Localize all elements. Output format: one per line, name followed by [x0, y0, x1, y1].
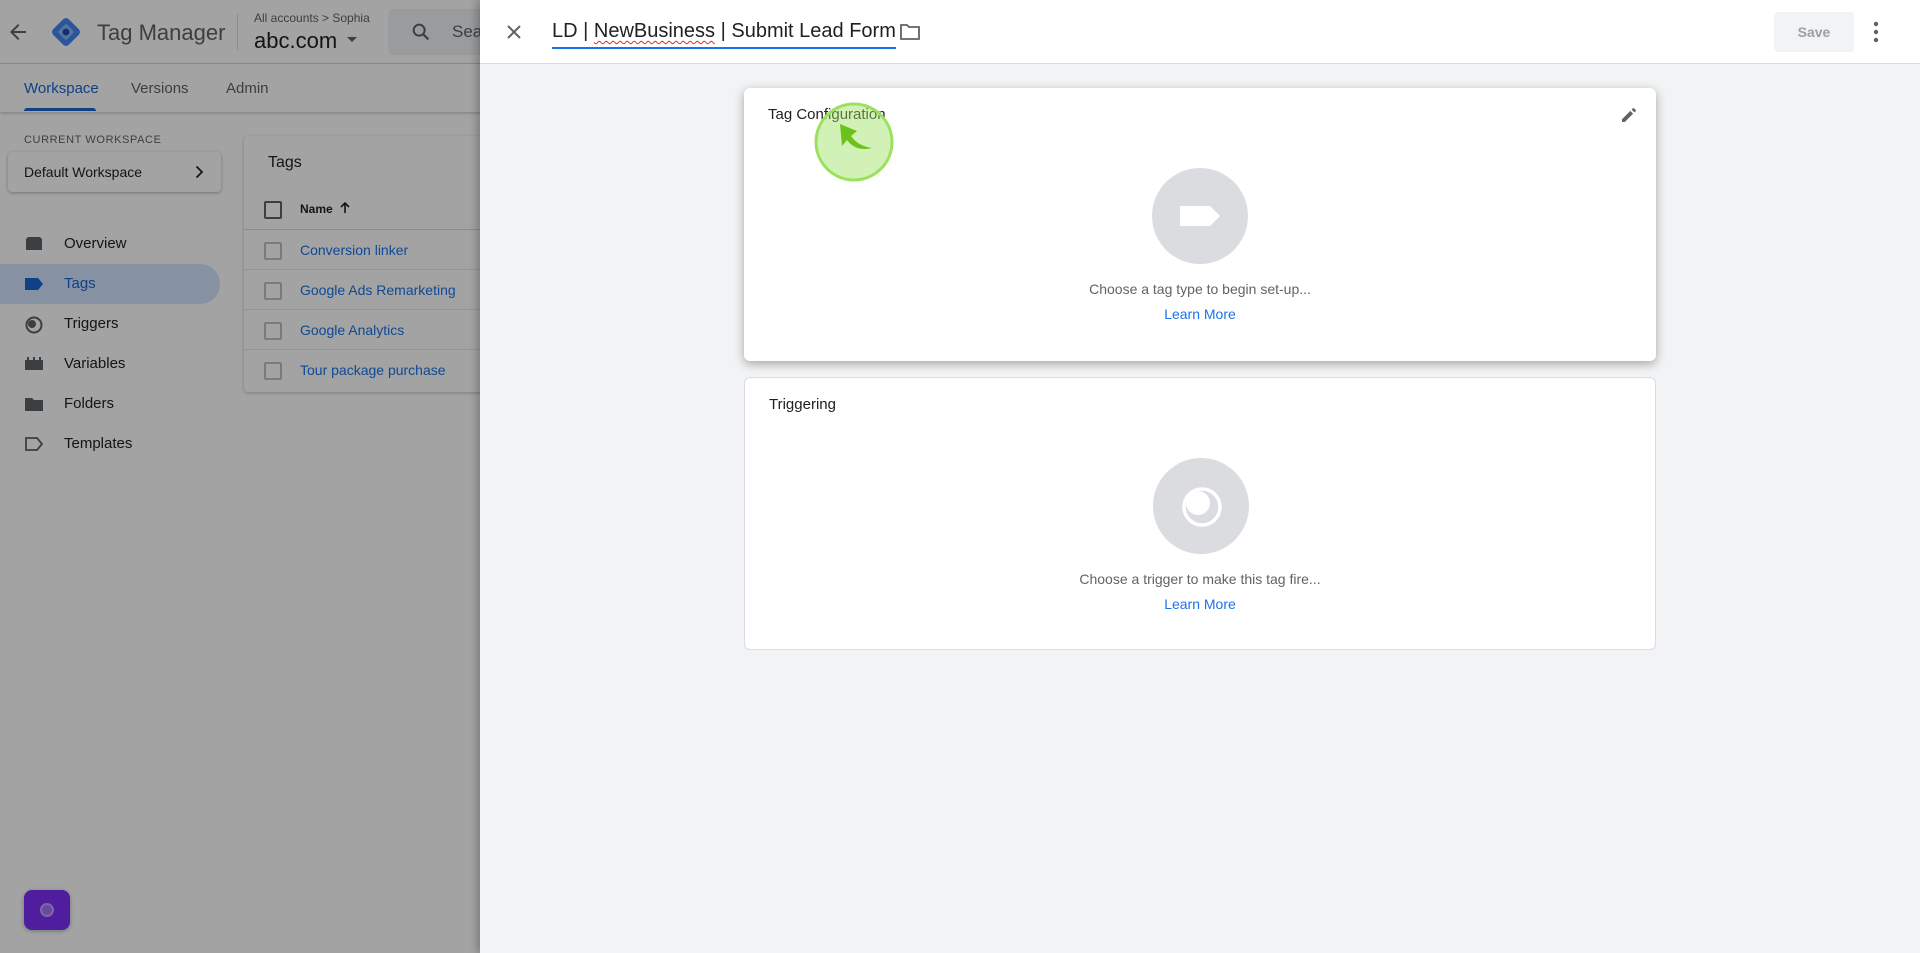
tag-type-placeholder[interactable]: [1152, 168, 1248, 264]
tag-name-suffix: | Submit Lead Form: [715, 20, 896, 42]
trigger-placeholder[interactable]: [1153, 458, 1249, 554]
triggering-title: Triggering: [769, 396, 836, 413]
tag-name-input[interactable]: LD | NewBusiness | Submit Lead Form: [552, 20, 896, 49]
tag-configuration-hint: Choose a tag type to begin set-up...: [1089, 281, 1311, 297]
tag-name-misspelled-word: NewBusiness: [593, 20, 716, 42]
cursor-highlight-icon: [814, 102, 894, 182]
close-icon[interactable]: [502, 20, 526, 44]
more-vert-icon[interactable]: [1872, 19, 1880, 45]
folder-icon[interactable]: [898, 20, 922, 44]
tag-editor-sheet: LD | NewBusiness | Submit Lead Form Save…: [480, 0, 1920, 953]
pencil-icon[interactable]: [1618, 102, 1642, 126]
learn-more-link[interactable]: Learn More: [745, 596, 1655, 612]
modal-scrim[interactable]: [0, 0, 480, 953]
learn-more-link[interactable]: Learn More: [744, 306, 1656, 322]
triggering-hint: Choose a trigger to make this tag fire..…: [1079, 571, 1321, 587]
editor-header: LD | NewBusiness | Submit Lead Form Save: [480, 0, 1920, 64]
save-button[interactable]: Save: [1774, 12, 1854, 52]
triggering-card[interactable]: Triggering Choose a trigger to make this…: [744, 377, 1656, 650]
tag-name-prefix: LD |: [552, 20, 594, 42]
